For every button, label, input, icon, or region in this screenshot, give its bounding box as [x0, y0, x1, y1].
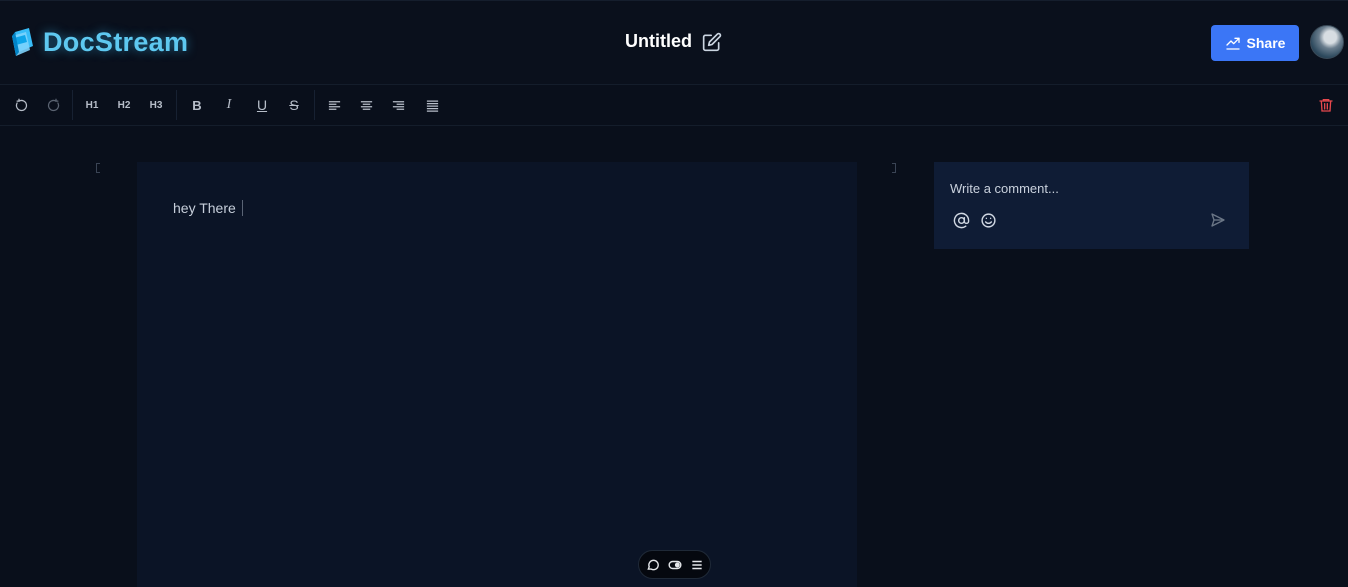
underline-button[interactable]: U [250, 93, 274, 117]
align-center-button[interactable] [354, 93, 378, 117]
theme-toggle-icon[interactable] [667, 558, 682, 572]
formatting-toolbar: H1 H2 H3 B I U S [0, 85, 1348, 126]
share-label: Share [1246, 35, 1286, 51]
editor-margin-marker [892, 163, 896, 173]
align-left-icon [328, 100, 340, 110]
toolbar-divider [176, 90, 177, 120]
align-center-icon [360, 100, 372, 110]
align-left-button[interactable] [322, 93, 346, 117]
emoji-icon[interactable] [980, 212, 998, 230]
send-comment-icon[interactable] [1210, 212, 1228, 230]
undo-button[interactable] [9, 93, 33, 117]
toolbar-divider [72, 90, 73, 120]
italic-button[interactable]: I [217, 93, 241, 117]
comment-toggle-icon[interactable] [646, 558, 660, 572]
text-caret [241, 200, 243, 216]
heading-1-button[interactable]: H1 [80, 93, 104, 117]
menu-icon[interactable] [690, 558, 704, 572]
align-justify-button[interactable] [420, 93, 444, 117]
undo-icon [15, 98, 27, 111]
brand[interactable]: DocStream [9, 26, 188, 58]
docstream-logo-icon [12, 28, 33, 56]
document-title-area: Untitled [625, 31, 722, 52]
app-root: DocStream Untitled Share H1 H2 H3 B I U … [0, 0, 1348, 587]
align-right-button[interactable] [386, 93, 410, 117]
delete-document-button[interactable] [1314, 93, 1338, 117]
heading-3-button[interactable]: H3 [144, 93, 168, 117]
trash-icon [1319, 99, 1333, 112]
document-title[interactable]: Untitled [625, 31, 692, 52]
bold-button[interactable]: B [185, 93, 209, 117]
floating-view-bar [638, 550, 711, 579]
toolbar-divider [314, 90, 315, 120]
share-icon [1225, 37, 1240, 50]
editor-margin-marker [96, 163, 100, 173]
strikethrough-button[interactable]: S [282, 93, 306, 117]
align-right-icon [392, 100, 404, 110]
edit-title-icon[interactable] [702, 32, 722, 52]
header: DocStream Untitled Share [0, 0, 1348, 85]
redo-button[interactable] [41, 93, 65, 117]
user-avatar[interactable] [1310, 25, 1344, 59]
redo-icon [47, 98, 59, 111]
comment-input[interactable] [950, 178, 1230, 198]
comment-composer [934, 162, 1249, 249]
share-button[interactable]: Share [1211, 25, 1299, 61]
editor-page[interactable]: hey There [137, 162, 857, 587]
heading-2-button[interactable]: H2 [112, 93, 136, 117]
align-justify-icon [426, 100, 438, 112]
editor-paragraph[interactable]: hey There [173, 200, 236, 216]
mention-icon[interactable] [953, 212, 971, 230]
editor-content[interactable]: hey There [173, 200, 243, 216]
brand-name: DocStream [43, 26, 189, 57]
